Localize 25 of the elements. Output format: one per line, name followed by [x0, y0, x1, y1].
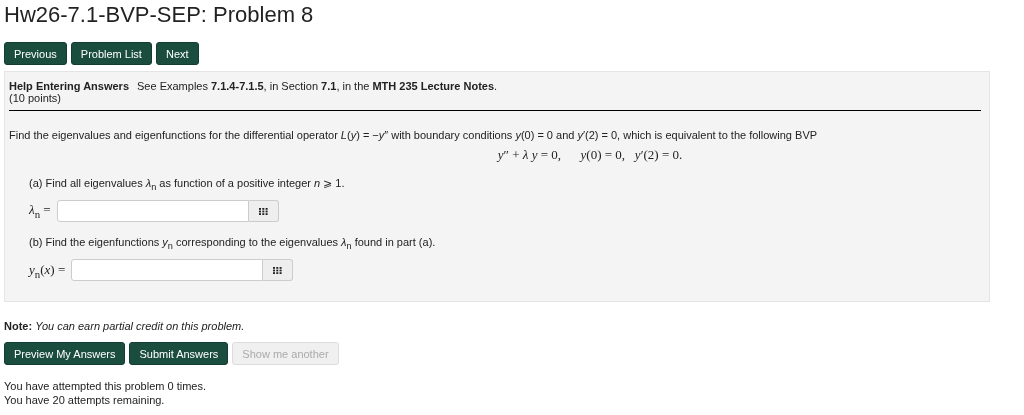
page-title: Hw26-7.1-BVP-SEP: Problem 8 [4, 2, 315, 28]
status-text: You have 20 attempts remaining. [4, 393, 166, 408]
keypad-icon [258, 207, 268, 215]
nav-button[interactable]: Previous [4, 42, 67, 65]
keypad-icon [273, 266, 283, 274]
question-text: (a) Find all eigenvalues λ$_{n}$ as function of a positive integer n ⩾ 1. [29, 177, 345, 189]
question-text: (b) Find the eigenfunctions y$_{n}$ corresponding to the eigenvalues λ$_{n}$ found in part (a). [29, 236, 436, 249]
answer-field[interactable] [71, 259, 264, 282]
answer-label: y$_{n}$(x) = [29, 261, 66, 277]
action-button[interactable]: Preview My Answers [4, 342, 126, 366]
answer-field[interactable] [56, 200, 249, 223]
help-text: See Examples 7.1.4-7.1.5, in Section 7.1, in the MTH 235 Lecture Notes. [137, 80, 498, 92]
nav-button[interactable]: Next [155, 42, 199, 65]
answer-label: λ$_{n}$ = [29, 202, 51, 218]
nav-button[interactable]: Problem List [70, 42, 152, 65]
note-label: Note: [4, 320, 33, 333]
problem-statement: Find the eigenvalues and eigenfunctions for the differential operator L(y) = −y″ with boundary conditions y(0) = 0 and y′(2) = 0, which is equivalent to the following BVP [9, 129, 818, 141]
equation-editor-button[interactable] [263, 259, 294, 282]
action-button[interactable]: Submit Answers [129, 342, 229, 366]
help-link[interactable]: Help Entering Answers [9, 80, 129, 92]
status-text: You have attempted this problem 0 times. [4, 379, 207, 394]
equation-editor-button[interactable] [248, 200, 279, 223]
note-text: You can earn partial credit on this problem. [35, 320, 245, 333]
equation: y″ + λ y = 0, y(0) = 0, y′(2) = 0. [497, 147, 683, 162]
points-text: (10 points) [9, 92, 61, 104]
